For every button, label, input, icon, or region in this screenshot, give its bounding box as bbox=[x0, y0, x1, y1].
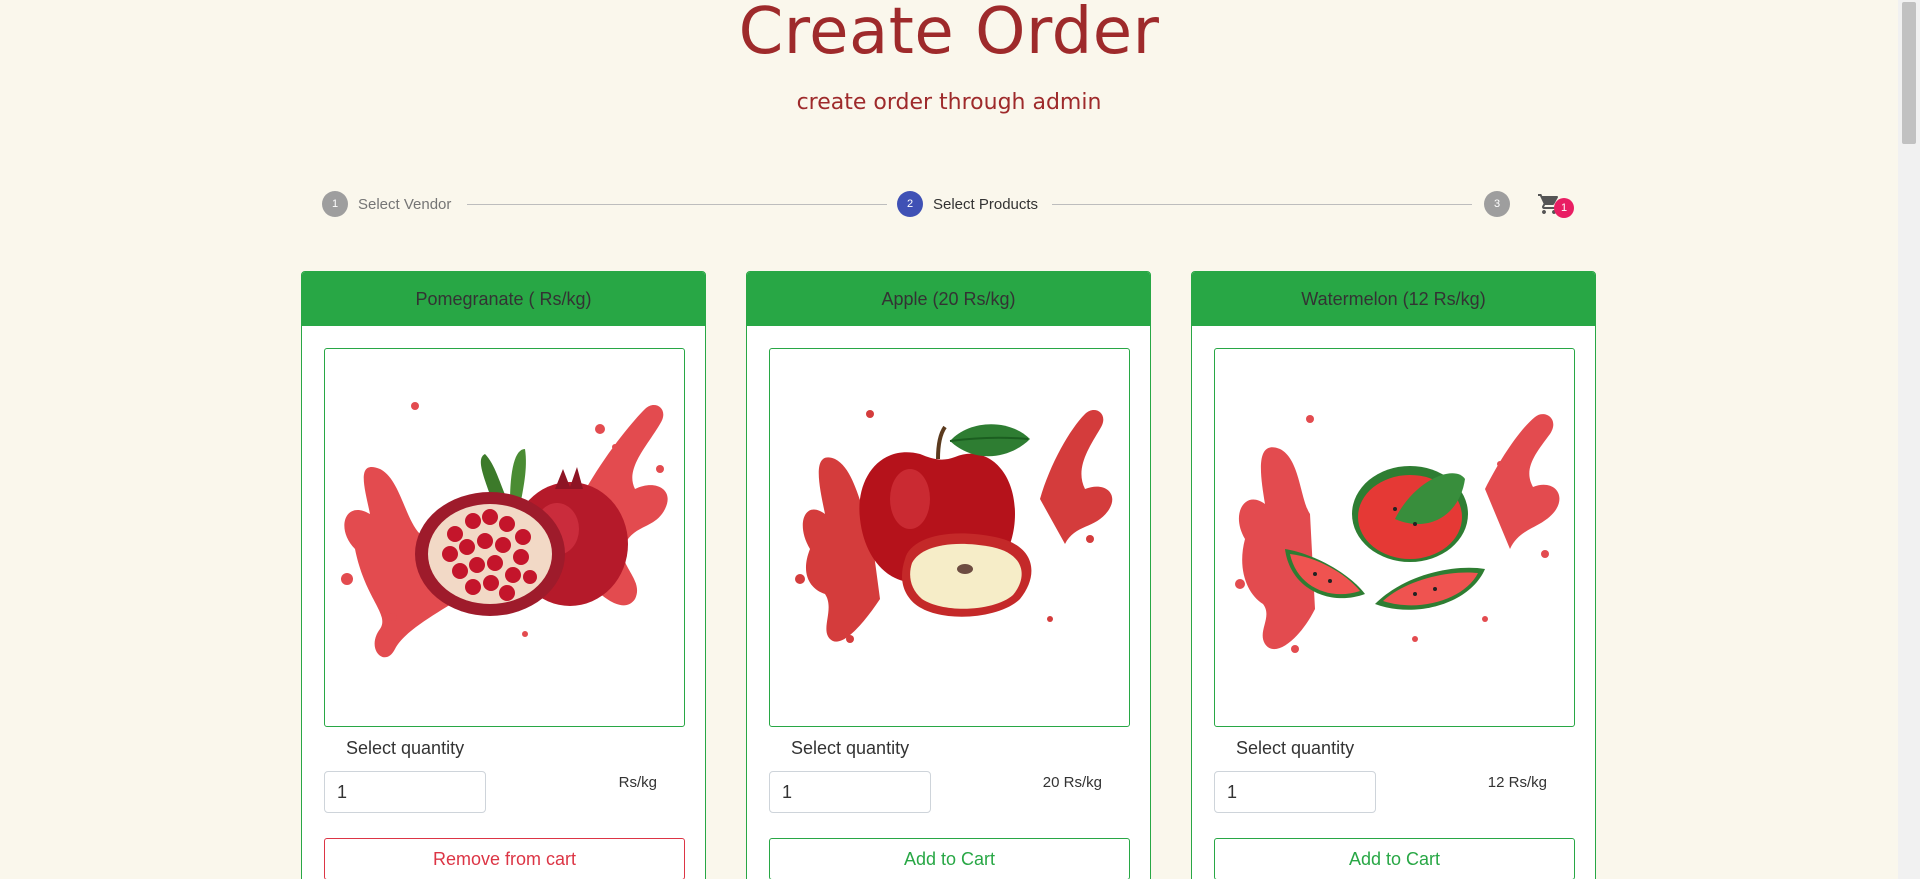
step-number-2: 2 bbox=[897, 191, 923, 217]
remove-from-cart-button[interactable]: Remove from cart bbox=[324, 838, 685, 879]
product-card-pomegranate: Pomegranate ( Rs/kg) Select quantity 1 R… bbox=[301, 271, 706, 879]
step-number-1: 1 bbox=[322, 191, 348, 217]
step-number-3: 3 bbox=[1484, 191, 1510, 217]
select-quantity-label: Select quantity bbox=[791, 738, 910, 758]
cart-button[interactable]: 1 bbox=[1536, 190, 1576, 220]
cart-count-badge: 1 bbox=[1554, 198, 1574, 218]
quantity-input[interactable] bbox=[769, 771, 931, 813]
price-label: 20 Rs/kg bbox=[1042, 774, 1102, 791]
product-image-frame bbox=[769, 348, 1130, 727]
price-label: Rs/kg bbox=[618, 774, 657, 791]
product-title: Apple (20 Rs/kg) bbox=[747, 272, 1150, 326]
scrollbar-thumb[interactable] bbox=[1902, 2, 1916, 144]
product-card-watermelon: Watermelon (12 Rs/kg) Select quantity 1 … bbox=[1191, 271, 1596, 879]
page-title: Create Order bbox=[738, 0, 1160, 69]
step-label-products: Select Products bbox=[933, 195, 1039, 213]
step-connector bbox=[467, 204, 887, 205]
product-card-apple: Apple (20 Rs/kg) Select quantity 1 20 Rs… bbox=[746, 271, 1151, 879]
quantity-input[interactable] bbox=[1214, 771, 1376, 813]
step-select-products[interactable]: 2 Select Products bbox=[897, 190, 1038, 218]
step-connector bbox=[1052, 204, 1472, 205]
select-quantity-label: Select quantity bbox=[1236, 738, 1355, 758]
vertical-scrollbar[interactable] bbox=[1898, 0, 1920, 879]
product-image-frame bbox=[324, 348, 685, 727]
page: Create Order create order through admin … bbox=[0, 0, 1920, 879]
step-3[interactable]: 3 bbox=[1484, 190, 1520, 218]
step-select-vendor[interactable]: 1 Select Vendor bbox=[322, 190, 451, 218]
step-label-vendor: Select Vendor bbox=[358, 195, 452, 213]
price-label: 12 Rs/kg bbox=[1487, 774, 1547, 791]
apple-image bbox=[795, 409, 1113, 643]
page-subtitle: create order through admin bbox=[796, 90, 1102, 115]
product-title: Watermelon (12 Rs/kg) bbox=[1192, 272, 1595, 326]
quantity-input[interactable] bbox=[324, 771, 486, 813]
stepper: 1 Select Vendor 2 Select Products 3 1 bbox=[322, 190, 1580, 220]
add-to-cart-button[interactable]: Add to Cart bbox=[769, 838, 1130, 879]
select-quantity-label: Select quantity bbox=[346, 738, 465, 758]
product-image-frame bbox=[1214, 348, 1575, 727]
product-title: Pomegranate ( Rs/kg) bbox=[302, 272, 705, 326]
watermelon-image bbox=[1235, 414, 1560, 653]
pomegranate-image bbox=[341, 402, 668, 658]
add-to-cart-button[interactable]: Add to Cart bbox=[1214, 838, 1575, 879]
